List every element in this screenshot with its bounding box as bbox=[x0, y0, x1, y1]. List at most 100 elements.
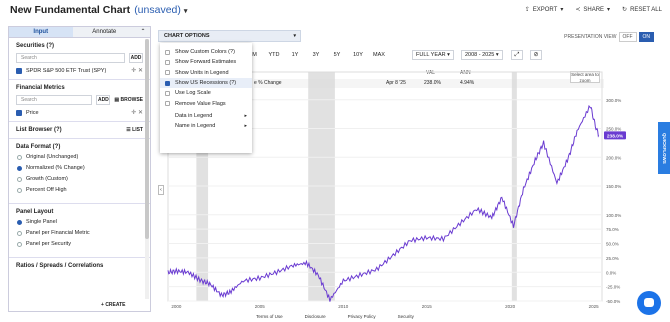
radio-option[interactable]: Percent Off High bbox=[16, 187, 143, 193]
radio-option[interactable]: Single Panel bbox=[16, 219, 143, 225]
export-icon: ⇪ bbox=[524, 7, 530, 13]
add-security-button[interactable]: ADD bbox=[129, 53, 143, 63]
y-tick-label: 50.0% bbox=[606, 242, 619, 247]
chart-title: New Fundamental Chart bbox=[10, 4, 131, 16]
top-bar: New Fundamental Chart (unsaved) ▾ ⇪ EXPORT ▾… bbox=[0, 0, 670, 22]
y-tick-label: 150.0% bbox=[606, 184, 621, 189]
checkbox[interactable] bbox=[165, 101, 170, 107]
move-remove-icons[interactable]: ✛ ✕ bbox=[131, 109, 143, 116]
radio-option[interactable]: Original (Unchanged) bbox=[16, 154, 143, 160]
menu-item[interactable]: Data in Legend ▸ bbox=[160, 111, 252, 121]
browse-button[interactable]: ▤ BROWSE bbox=[114, 97, 143, 103]
menu-item-label: Name in Legend bbox=[175, 123, 216, 130]
radio-button[interactable] bbox=[17, 187, 22, 193]
chevron-right-icon: ▸ bbox=[244, 123, 247, 130]
radio-button[interactable] bbox=[17, 219, 22, 225]
security-item[interactable]: SPDR S&P 500 ETF Trust (SPY) ✛ ✕ bbox=[16, 67, 143, 74]
metrics-section: Financial Metrics Search ADD ▤ BROWSE Pr… bbox=[9, 80, 150, 122]
share-button[interactable]: ≺ SHARE ▾ bbox=[575, 6, 610, 14]
menu-item[interactable]: Show Custom Colors (?) bbox=[160, 47, 252, 57]
checkbox[interactable] bbox=[165, 59, 170, 65]
menu-item-label: Show Custom Colors (?) bbox=[175, 49, 235, 56]
menu-item[interactable]: Show Forward Estimates bbox=[160, 57, 252, 67]
checkbox[interactable] bbox=[16, 109, 22, 116]
y-tick-label: 75.0% bbox=[606, 227, 619, 232]
metric-label: Price bbox=[26, 109, 39, 116]
footer-disclosure-link[interactable]: Disclosure bbox=[305, 312, 326, 322]
footer-terms-link[interactable]: Terms of Use bbox=[256, 312, 283, 322]
radio-button[interactable] bbox=[17, 241, 22, 247]
menu-item-label: Show Units in Legend bbox=[175, 69, 229, 76]
metric-item[interactable]: Price ✛ ✕ bbox=[16, 109, 143, 116]
add-metric-button[interactable]: ADD bbox=[96, 95, 111, 105]
collapse-icon[interactable]: ⌃ bbox=[136, 27, 150, 38]
checkbox[interactable] bbox=[165, 90, 170, 96]
data-format-heading: Data Format (?) bbox=[16, 144, 61, 150]
radio-button[interactable] bbox=[17, 154, 22, 160]
metrics-search-input[interactable]: Search bbox=[16, 95, 93, 105]
radio-button[interactable] bbox=[17, 230, 22, 236]
menu-item[interactable]: Remove Value Flags bbox=[160, 98, 252, 108]
menu-item[interactable]: Use Log Scale bbox=[160, 88, 252, 98]
expand-sidebar-icon[interactable]: ‹ bbox=[158, 185, 164, 195]
browse-icon: ▤ bbox=[114, 97, 120, 103]
chevron-down-icon[interactable]: ▾ bbox=[184, 8, 188, 15]
page-title[interactable]: New Fundamental Chart (unsaved) ▾ bbox=[10, 4, 187, 16]
chat-icon bbox=[644, 298, 654, 307]
y-tick-label: 200.0% bbox=[606, 155, 621, 160]
checkbox[interactable] bbox=[165, 49, 170, 55]
top-actions: ⇪ EXPORT ▾ ≺ SHARE ▾ ↻ RESET ALL bbox=[524, 6, 662, 14]
tab-input[interactable]: Input bbox=[9, 27, 73, 38]
radio-button[interactable] bbox=[17, 165, 22, 171]
x-tick-label: 2015 bbox=[422, 304, 433, 309]
footer-security-link[interactable]: Security bbox=[398, 312, 414, 322]
radio-label: Panel per Security bbox=[26, 241, 71, 247]
radio-label: Panel per Financial Metric bbox=[26, 230, 90, 236]
export-button[interactable]: ⇪ EXPORT ▾ bbox=[524, 6, 564, 14]
sidebar: Input Annotate ⌃ Securities (?) Search A… bbox=[8, 26, 151, 312]
move-remove-icons[interactable]: ✛ ✕ bbox=[131, 67, 143, 74]
radio-label: Normalized (% Change) bbox=[26, 165, 85, 171]
ratios-section: Ratios / Spreads / Correlations bbox=[9, 258, 150, 274]
securities-search-input[interactable]: Search bbox=[16, 53, 125, 63]
quickflows-tab[interactable]: QUICKFLOWS bbox=[658, 122, 670, 174]
y-tick-label: 25.0% bbox=[606, 256, 619, 261]
radio-button[interactable] bbox=[17, 176, 22, 182]
reset-icon: ↻ bbox=[622, 7, 628, 13]
x-tick-label: 2005 bbox=[255, 304, 266, 309]
x-tick-label: 2025 bbox=[589, 304, 600, 309]
checkbox[interactable] bbox=[16, 67, 22, 74]
radio-option[interactable]: Normalized (% Change) bbox=[16, 165, 143, 171]
x-tick-label: 2020 bbox=[505, 304, 516, 309]
radio-option[interactable]: Panel per Security bbox=[16, 241, 143, 247]
tab-annotate[interactable]: Annotate bbox=[72, 27, 136, 38]
menu-item[interactable]: Show US Recessions (?) bbox=[160, 77, 252, 89]
sidebar-scrollbar[interactable] bbox=[145, 39, 149, 299]
panel-layout-section: Panel Layout Single Panel Panel per Fina… bbox=[9, 204, 150, 258]
menu-item-label: Show Forward Estimates bbox=[175, 59, 237, 66]
checkbox[interactable] bbox=[165, 80, 170, 86]
y-tick-label: -25.0% bbox=[606, 285, 620, 290]
menu-item-label: Remove Value Flags bbox=[175, 100, 226, 107]
create-button[interactable]: + CREATE bbox=[101, 302, 126, 308]
y-tick-label: 300.0% bbox=[606, 98, 621, 103]
value-flag-label: 238.0% bbox=[607, 133, 624, 139]
list-icon: ☰ bbox=[126, 127, 131, 133]
radio-label: Growth (Custom) bbox=[26, 176, 68, 182]
reset-all-button[interactable]: ↻ RESET ALL bbox=[622, 6, 662, 14]
menu-item-label: Data in Legend bbox=[175, 112, 213, 119]
y-tick-label: 250.0% bbox=[606, 127, 621, 132]
radio-option[interactable]: Panel per Financial Metric bbox=[16, 230, 143, 236]
radio-label: Percent Off High bbox=[26, 187, 67, 193]
scroll-thumb[interactable] bbox=[145, 39, 149, 239]
menu-item[interactable]: Show Units in Legend bbox=[160, 68, 252, 78]
menu-item[interactable]: Name in Legend ▸ bbox=[160, 121, 252, 131]
footer: Terms of Use Disclosure Privacy Policy S… bbox=[0, 312, 670, 322]
menu-item-label: Use Log Scale bbox=[175, 90, 211, 97]
checkbox[interactable] bbox=[165, 70, 170, 76]
footer-privacy-link[interactable]: Privacy Policy bbox=[348, 312, 376, 322]
chart-options-menu: Show Custom Colors (?) Show Forward Estim… bbox=[160, 43, 252, 153]
list-button[interactable]: ☰ LIST bbox=[126, 127, 143, 133]
radio-label: Single Panel bbox=[26, 219, 57, 225]
radio-option[interactable]: Growth (Custom) bbox=[16, 176, 143, 182]
